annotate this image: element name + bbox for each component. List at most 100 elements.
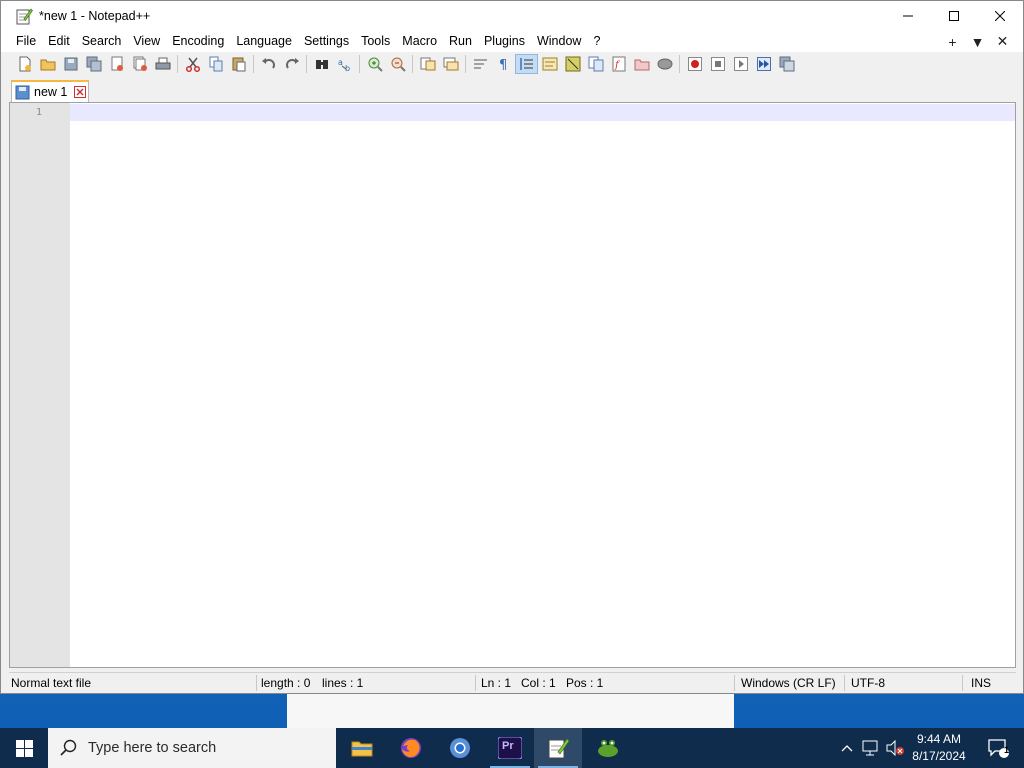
toolbar-separator <box>679 54 680 73</box>
status-insert-mode: INS <box>971 676 992 690</box>
open-file-button[interactable] <box>36 54 59 74</box>
tab-new-1[interactable]: new 1 <box>11 80 89 102</box>
save-button[interactable] <box>59 54 82 74</box>
svg-text:a: a <box>338 58 343 67</box>
line-number: 1 <box>35 107 42 118</box>
notepad-window: *new 1 - Notepad++ File Edit Search View… <box>0 0 1024 694</box>
notepad-plus-plus-icon <box>15 7 33 25</box>
zoom-in-icon <box>368 57 383 72</box>
line-number-gutter: 1 <box>10 103 70 667</box>
tab-close-icon[interactable] <box>74 86 87 98</box>
menu-window[interactable]: Window <box>531 31 587 52</box>
status-bar: Normal text file length : 0 lines : 1 Ln… <box>9 672 1016 693</box>
taskbar-premiere-pro[interactable]: Pr <box>486 728 534 768</box>
maximize-button[interactable] <box>931 1 977 31</box>
toolbar-separator <box>359 54 360 73</box>
menu-tools[interactable]: Tools <box>355 31 396 52</box>
gimp-icon <box>598 740 618 757</box>
copy-button[interactable] <box>204 54 227 74</box>
menu-search[interactable]: Search <box>76 31 128 52</box>
sync-horizontal-button[interactable] <box>439 54 462 74</box>
document-list-button[interactable] <box>584 54 607 74</box>
status-separator <box>256 675 257 691</box>
macro-record-button[interactable] <box>683 54 706 74</box>
menu-settings[interactable]: Settings <box>298 31 355 52</box>
macro-run-multiple-button[interactable] <box>752 54 775 74</box>
menu-file[interactable]: File <box>10 31 42 52</box>
function-list-button[interactable]: f <box>607 54 630 74</box>
toolbar-separator <box>412 54 413 73</box>
taskbar-file-explorer[interactable] <box>338 728 386 768</box>
close-file-button[interactable] <box>105 54 128 74</box>
undo-button[interactable] <box>257 54 280 74</box>
menu-bar: File Edit Search View Encoding Language … <box>1 31 1023 52</box>
cut-button[interactable] <box>181 54 204 74</box>
indent-guide-button[interactable] <box>515 53 538 74</box>
clock-time: 9:44 AM <box>916 732 962 746</box>
redo-button[interactable] <box>280 54 303 74</box>
menu-macro[interactable]: Macro <box>396 31 443 52</box>
user-defined-language-button[interactable] <box>538 54 561 74</box>
title-bar[interactable]: *new 1 - Notepad++ <box>1 1 1023 31</box>
chromium-icon <box>450 738 470 758</box>
folder-workspace-icon <box>634 59 649 70</box>
status-eol: Windows (CR LF) <box>741 676 836 690</box>
start-button[interactable] <box>0 728 48 768</box>
save-all-button[interactable] <box>82 54 105 74</box>
paste-button[interactable] <box>227 54 250 74</box>
menu-help[interactable]: ? <box>587 31 606 52</box>
new-tab-button[interactable]: + <box>940 34 965 50</box>
toolbar-separator <box>306 54 307 73</box>
taskbar-clock[interactable]: 9:44 AM 8/17/2024 <box>906 728 972 768</box>
print-button[interactable] <box>151 54 174 74</box>
monitoring-button[interactable] <box>653 54 676 74</box>
function-list-icon: f <box>612 56 625 71</box>
macro-save-button[interactable] <box>775 54 798 74</box>
minimize-button[interactable] <box>885 1 931 31</box>
sync-vertical-button[interactable] <box>416 54 439 74</box>
taskbar-firefox[interactable] <box>387 728 435 768</box>
menu-run[interactable]: Run <box>443 31 478 52</box>
word-wrap-button[interactable] <box>469 54 492 74</box>
zoom-out-button[interactable] <box>386 54 409 74</box>
new-file-icon <box>19 56 31 71</box>
tray-overflow-chevron[interactable] <box>838 728 856 768</box>
menu-edit[interactable]: Edit <box>42 31 76 52</box>
taskbar-chromium[interactable] <box>436 728 484 768</box>
show-all-characters-button[interactable]: ¶ <box>492 54 515 74</box>
notification-center-button[interactable]: 1 <box>978 728 1018 768</box>
menu-encoding[interactable]: Encoding <box>166 31 230 52</box>
tab-list-dropdown[interactable]: ▼ <box>965 34 990 50</box>
taskbar-search-box[interactable]: Type here to search <box>48 728 336 768</box>
status-separator <box>844 675 845 691</box>
sync-horizontal-icon <box>443 57 458 70</box>
text-editor[interactable]: 1 <box>9 102 1016 668</box>
status-separator <box>475 675 476 691</box>
taskbar-gimp[interactable] <box>584 728 632 768</box>
window-title: *new 1 - Notepad++ <box>39 9 151 23</box>
network-tray-icon[interactable] <box>860 728 882 768</box>
paste-icon <box>232 57 245 71</box>
status-column: Col : 1 <box>521 676 556 690</box>
macro-stop-button[interactable] <box>706 54 729 74</box>
close-button[interactable] <box>977 1 1023 31</box>
menu-view[interactable]: View <box>127 31 166 52</box>
new-file-button[interactable] <box>13 54 36 74</box>
menu-language[interactable]: Language <box>230 31 298 52</box>
close-all-button[interactable] <box>128 54 151 74</box>
taskbar-notepad-plus-plus[interactable] <box>534 728 582 768</box>
find-button[interactable] <box>310 54 333 74</box>
menu-plugins[interactable]: Plugins <box>478 31 531 52</box>
volume-tray-icon[interactable] <box>884 728 906 768</box>
save-icon <box>64 57 77 70</box>
macro-play-button[interactable] <box>729 54 752 74</box>
zoom-in-button[interactable] <box>363 54 386 74</box>
replace-icon: ab <box>338 58 350 72</box>
replace-button[interactable]: ab <box>333 54 356 74</box>
close-doc-button[interactable]: ✕ <box>990 33 1015 50</box>
folder-as-workspace-button[interactable] <box>630 54 653 74</box>
current-line-highlight <box>70 104 1015 121</box>
status-separator <box>962 675 963 691</box>
document-map-button[interactable] <box>561 54 584 74</box>
redo-icon <box>285 57 299 69</box>
